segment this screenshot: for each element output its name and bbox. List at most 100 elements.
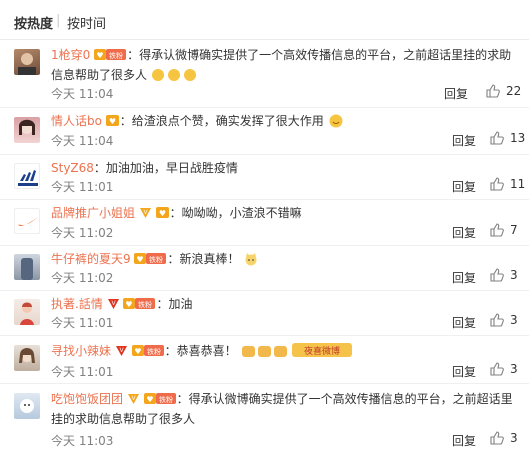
sort-by-hot-tab[interactable]: 按热度 — [14, 13, 53, 32]
reply-button[interactable]: 回复 — [452, 314, 476, 331]
fan-badge-icon: ♥ — [105, 115, 119, 126]
comment-item: 执著.話情 V ♥ 铁粉 ：加油 今天 11:01 回复 3 — [0, 291, 529, 336]
comment-text: ：加油加油，早日战胜疫情 — [93, 161, 238, 175]
comment-item: 品牌推广小姐姐 V ♥ ：呦呦呦，小渣浪不错嘛 今天 11:02 回复 7 — [0, 200, 529, 246]
comment-time: 今天 11:01 — [51, 316, 114, 330]
avatar[interactable] — [14, 345, 40, 371]
comment-body: 吃饱饱饭团团 V ♥ 铁粉 ：得承认微博确实提供了一个高效传播信息的平台，之前超话里… — [51, 389, 521, 429]
like-count: 3 — [510, 362, 518, 376]
thumbs-up-icon — [490, 131, 504, 145]
comment-item: StyZ68：加油加油，早日战胜疫情 今天 11:01 回复 11 — [0, 155, 529, 200]
comment-time: 今天 11:02 — [51, 226, 114, 240]
avatar-image — [19, 348, 35, 363]
like-button[interactable]: 3 — [490, 362, 518, 376]
vip-icon: V — [127, 394, 139, 404]
reply-button[interactable]: 回复 — [452, 178, 476, 195]
reply-button[interactable]: 回复 — [452, 432, 476, 449]
fan-badge-icon: ♥ — [155, 207, 169, 218]
svg-text:铁粉: 铁粉 — [109, 51, 123, 60]
like-count: 13 — [510, 131, 526, 145]
svg-text:铁粉: 铁粉 — [147, 347, 161, 356]
svg-text:♥: ♥ — [134, 347, 141, 356]
svg-text:♥: ♥ — [159, 209, 166, 218]
comment-username[interactable]: 情人话bo — [51, 114, 102, 128]
comment-text: ：呦呦呦，小渣浪不错嘛 — [169, 206, 302, 220]
avatar[interactable] — [14, 163, 40, 189]
fan-badge-icon: ♥ 铁粉 — [143, 393, 176, 404]
sort-separator: | — [56, 13, 61, 28]
comment-item: 寻找小辣妹 V ♥ 铁粉 ：恭喜恭喜！ 夜喜微博 今天 11:01 回复 3 — [0, 336, 529, 384]
comment-item: 吃饱饱饭团团 V ♥ 铁粉 ：得承认微博确实提供了一个高效传播信息的平台，之前超话里… — [0, 384, 529, 452]
comment-body: 情人话bo ♥ ：给渣浪点个赞，确实发挥了很大作用 — [51, 111, 521, 131]
comment-text: ：恭喜恭喜！ — [164, 344, 237, 358]
comment-time: 今天 11:03 — [51, 434, 114, 448]
svg-text:♥: ♥ — [126, 300, 133, 309]
like-count: 3 — [510, 431, 518, 445]
sort-bar: 按热度 | 按时间 — [0, 0, 529, 40]
fan-badge-icon: ♥ 铁粉 — [134, 253, 167, 264]
fan-badge-icon: ♥ 铁粉 — [131, 345, 164, 356]
comment-time: 今天 11:04 — [51, 87, 114, 101]
like-button[interactable]: 3 — [490, 313, 518, 327]
comment-username[interactable]: 吃饱饱饭团团 — [51, 392, 123, 406]
reply-button[interactable]: 回复 — [452, 269, 476, 286]
svg-text:♥: ♥ — [146, 395, 153, 404]
reply-button[interactable]: 回复 — [452, 363, 476, 380]
avatar[interactable] — [14, 299, 40, 325]
reply-button[interactable]: 回复 — [444, 85, 468, 102]
like-count: 22 — [506, 84, 522, 98]
comment-time: 今天 11:02 — [51, 271, 114, 285]
avatar-image — [21, 258, 33, 280]
comment-text: ：加油 — [156, 297, 193, 311]
nike-logo-icon — [18, 217, 38, 226]
comment-username[interactable]: 寻找小辣妹 — [51, 344, 111, 358]
cat-emoji-icon — [245, 253, 257, 266]
comment-body: 牛仔裤的夏天9 ♥ 铁粉 ：新浪真棒！ — [51, 249, 521, 269]
thumbs-up-icon — [490, 268, 504, 282]
avatar[interactable] — [14, 117, 40, 143]
like-count: 3 — [510, 268, 518, 282]
like-button[interactable]: 11 — [490, 177, 525, 191]
comment-username[interactable]: StyZ68 — [51, 161, 94, 175]
like-button[interactable]: 3 — [490, 431, 518, 445]
vip-icon: V — [139, 208, 151, 218]
comment-time: 今天 11:01 — [51, 365, 114, 379]
sort-by-time-tab[interactable]: 按时间 — [67, 13, 106, 32]
comment-username[interactable]: 执著.話情 — [51, 297, 103, 311]
fan-badge-icon: ♥ 铁粉 — [123, 298, 156, 309]
avatar-image — [19, 119, 35, 135]
reply-button[interactable]: 回复 — [452, 132, 476, 149]
avatar[interactable] — [14, 49, 40, 75]
comment-username[interactable]: 1枪穿0 — [51, 48, 90, 62]
comment-body: 1枪穿0 ♥ 铁粉 ：得承认微博确实提供了一个高效传播信息的平台，之前超话里挂的求助… — [51, 45, 521, 85]
muscle-emoji-icon — [151, 69, 196, 81]
comment-body: StyZ68：加油加油，早日战胜疫情 — [51, 158, 521, 178]
avatar[interactable] — [14, 208, 40, 234]
thumbs-up-emoji-icon — [241, 346, 287, 357]
svg-text:♥: ♥ — [97, 51, 104, 60]
like-button[interactable]: 13 — [490, 131, 525, 145]
like-button[interactable]: 7 — [490, 223, 518, 237]
avatar-image — [18, 53, 36, 75]
thumbs-up-icon — [490, 431, 504, 445]
comment-body: 品牌推广小姐姐 V ♥ ：呦呦呦，小渣浪不错嘛 — [51, 203, 521, 223]
svg-text:铁粉: 铁粉 — [159, 395, 173, 404]
svg-text:♥: ♥ — [137, 255, 144, 264]
like-count: 11 — [510, 177, 526, 191]
avatar[interactable] — [14, 254, 40, 280]
avatar-image — [20, 302, 34, 325]
thumbs-up-icon — [490, 313, 504, 327]
comment-item: 1枪穿0 ♥ 铁粉 ：得承认微博确实提供了一个高效传播信息的平台，之前超话里挂的求助… — [0, 40, 529, 108]
like-count: 3 — [510, 313, 518, 327]
comment-time: 今天 11:04 — [51, 134, 114, 148]
svg-text:夜喜微博: 夜喜微博 — [304, 345, 340, 357]
reply-button[interactable]: 回复 — [452, 224, 476, 241]
like-button[interactable]: 3 — [490, 268, 518, 282]
avatar[interactable] — [14, 393, 40, 419]
comment-username[interactable]: 牛仔裤的夏天9 — [51, 252, 131, 266]
fan-badge-icon: ♥ 铁粉 — [94, 49, 127, 60]
svg-text:铁粉: 铁粉 — [138, 300, 152, 309]
like-button[interactable]: 22 — [486, 84, 521, 98]
thumbs-up-icon — [490, 362, 504, 376]
comment-username[interactable]: 品牌推广小姐姐 — [51, 206, 135, 220]
